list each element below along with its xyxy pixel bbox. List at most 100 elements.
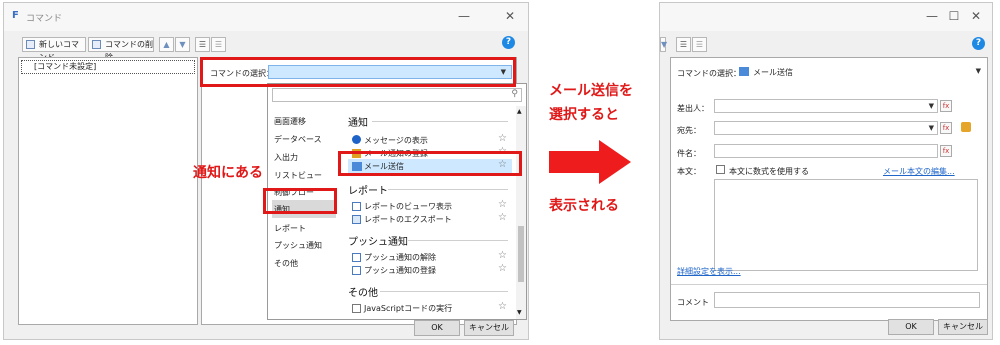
- command-item[interactable]: メッセージの表示: [364, 135, 428, 146]
- formula-button[interactable]: fx: [940, 122, 952, 134]
- favorite-star-icon[interactable]: ☆: [498, 199, 507, 210]
- move-down-button[interactable]: ▼: [175, 37, 190, 52]
- to-field[interactable]: ▼: [714, 121, 938, 135]
- right-arrow-icon: [549, 140, 631, 184]
- new-command-button[interactable]: 新しいコマンド: [22, 37, 86, 62]
- chevron-down-icon: ▼: [975, 67, 981, 75]
- group-divider: [380, 291, 508, 292]
- favorite-star-icon[interactable]: ☆: [498, 301, 507, 312]
- chevron-down-icon: ▼: [928, 124, 934, 132]
- indent-button[interactable]: ☰: [195, 37, 210, 52]
- cancel-button[interactable]: キャンセル: [938, 319, 988, 335]
- outdent-button[interactable]: ☰: [211, 37, 226, 52]
- help-icon[interactable]: ?: [972, 37, 985, 50]
- search-icon: ⚲: [511, 89, 518, 99]
- annotation-shown: 表示される: [549, 198, 619, 214]
- minimize-icon[interactable]: —: [922, 9, 942, 23]
- category-item[interactable]: プッシュ通知: [274, 240, 322, 251]
- command-item[interactable]: プッシュ通知の登録: [364, 265, 436, 276]
- formula-button[interactable]: fx: [940, 100, 952, 112]
- scroll-thumb[interactable]: [518, 226, 524, 282]
- move-up-button[interactable]: ▲: [159, 37, 174, 52]
- subject-label: 件名：: [677, 149, 701, 158]
- info-icon: [352, 135, 361, 144]
- annotation-select-mail-2: 選択すると: [549, 107, 619, 123]
- group-title-notify: 通知: [348, 118, 368, 129]
- comment-label: コメント: [677, 298, 709, 307]
- close-icon[interactable]: ✕: [966, 9, 986, 23]
- highlight-mail-send: [338, 151, 522, 176]
- address-book-icon[interactable]: [961, 122, 971, 132]
- body-textarea[interactable]: [714, 179, 978, 271]
- annotation-select-mail-1: メール送信を: [549, 83, 633, 99]
- ok-button[interactable]: OK: [414, 320, 460, 336]
- command-select-label: コマンドの選択：: [677, 69, 741, 78]
- title-bar: — ☐ ✕: [660, 3, 992, 31]
- delete-icon: [92, 40, 101, 49]
- group-divider: [372, 121, 508, 122]
- group-divider: [408, 240, 508, 241]
- new-icon: [26, 40, 35, 49]
- from-label: 差出人：: [677, 104, 709, 113]
- comment-field[interactable]: [714, 292, 980, 308]
- advanced-settings-link[interactable]: 詳細設定を表示...: [677, 266, 741, 277]
- chevron-down-icon: ▼: [928, 102, 934, 110]
- formula-button[interactable]: fx: [940, 145, 952, 157]
- mail-send-icon: [739, 67, 749, 76]
- edit-body-link[interactable]: メール本文の編集...: [883, 166, 955, 177]
- category-item[interactable]: その他: [274, 258, 298, 269]
- command-select-dropdown[interactable]: メール送信 ▼: [737, 64, 983, 78]
- dropdown-search-input[interactable]: ⚲: [272, 88, 522, 102]
- body-label: 本文：: [677, 167, 701, 176]
- favorite-star-icon[interactable]: ☆: [498, 263, 507, 274]
- indent-button[interactable]: ☰: [676, 37, 691, 52]
- use-formula-label: 本文に数式を使用する: [729, 167, 809, 176]
- group-divider: [388, 189, 508, 190]
- annotation-in-notify: 通知にある: [193, 165, 263, 181]
- outdent-button[interactable]: ☰: [692, 37, 707, 52]
- ok-button[interactable]: OK: [888, 319, 934, 335]
- from-field[interactable]: ▼: [714, 99, 938, 113]
- push-register-icon: [352, 266, 361, 275]
- move-down-button[interactable]: ▼: [660, 37, 667, 52]
- command-tree-panel: [コマンド未設定]: [18, 57, 198, 325]
- command-settings-panel: コマンドの選択： メール送信 ▼ 差出人： ▼ fx 宛先： ▼ fx 件名： …: [670, 57, 988, 321]
- help-icon[interactable]: ?: [502, 36, 515, 49]
- command-item[interactable]: レポートのビューワ表示: [364, 201, 452, 212]
- to-label: 宛先：: [677, 126, 701, 135]
- category-item[interactable]: レポート: [274, 223, 306, 234]
- scroll-down-icon[interactable]: ▼: [517, 309, 522, 316]
- cancel-button[interactable]: キャンセル: [464, 320, 514, 336]
- subject-field[interactable]: [714, 144, 938, 158]
- command-item[interactable]: プッシュ通知の解除: [364, 252, 436, 263]
- scroll-up-icon[interactable]: ▲: [517, 108, 522, 115]
- delete-command-button[interactable]: コマンドの削除: [88, 37, 154, 62]
- command-item[interactable]: レポートのエクスポート: [364, 214, 452, 225]
- group-title-report: レポート: [348, 186, 388, 197]
- maximize-icon[interactable]: ☐: [944, 9, 964, 23]
- command-item[interactable]: JavaScriptコードの実行: [364, 303, 452, 314]
- group-title-other: その他: [348, 288, 378, 299]
- category-item[interactable]: 入出力: [274, 152, 298, 163]
- highlight-command-select: [200, 57, 516, 87]
- tree-item[interactable]: [コマンド未設定]: [21, 60, 195, 74]
- favorite-star-icon[interactable]: ☆: [498, 250, 507, 261]
- window-title: コマンド: [26, 14, 63, 24]
- use-formula-checkbox[interactable]: [716, 165, 725, 174]
- command-window-right: — ☐ ✕ ▼ ☰ ☰ ? コマンドの選択： メール送信 ▼ 差出人： ▼ fx…: [659, 2, 993, 340]
- javascript-icon: [352, 304, 361, 313]
- title-bar: F コマンド — ✕: [4, 3, 528, 31]
- category-item[interactable]: リストビュー: [274, 170, 322, 181]
- group-title-push: プッシュ通知: [348, 237, 408, 248]
- dropdown-scrollbar[interactable]: ▲ ▼: [516, 106, 526, 319]
- favorite-star-icon[interactable]: ☆: [498, 133, 507, 144]
- category-item[interactable]: 画面遷移: [274, 116, 306, 127]
- comment-divider: [671, 284, 987, 285]
- app-logo-icon: F: [12, 10, 19, 21]
- close-icon[interactable]: ✕: [500, 9, 520, 23]
- category-item[interactable]: データベース: [274, 134, 322, 145]
- minimize-icon[interactable]: —: [454, 9, 474, 23]
- highlight-notify-category: [263, 188, 337, 214]
- favorite-star-icon[interactable]: ☆: [498, 212, 507, 223]
- report-export-icon: [352, 215, 361, 224]
